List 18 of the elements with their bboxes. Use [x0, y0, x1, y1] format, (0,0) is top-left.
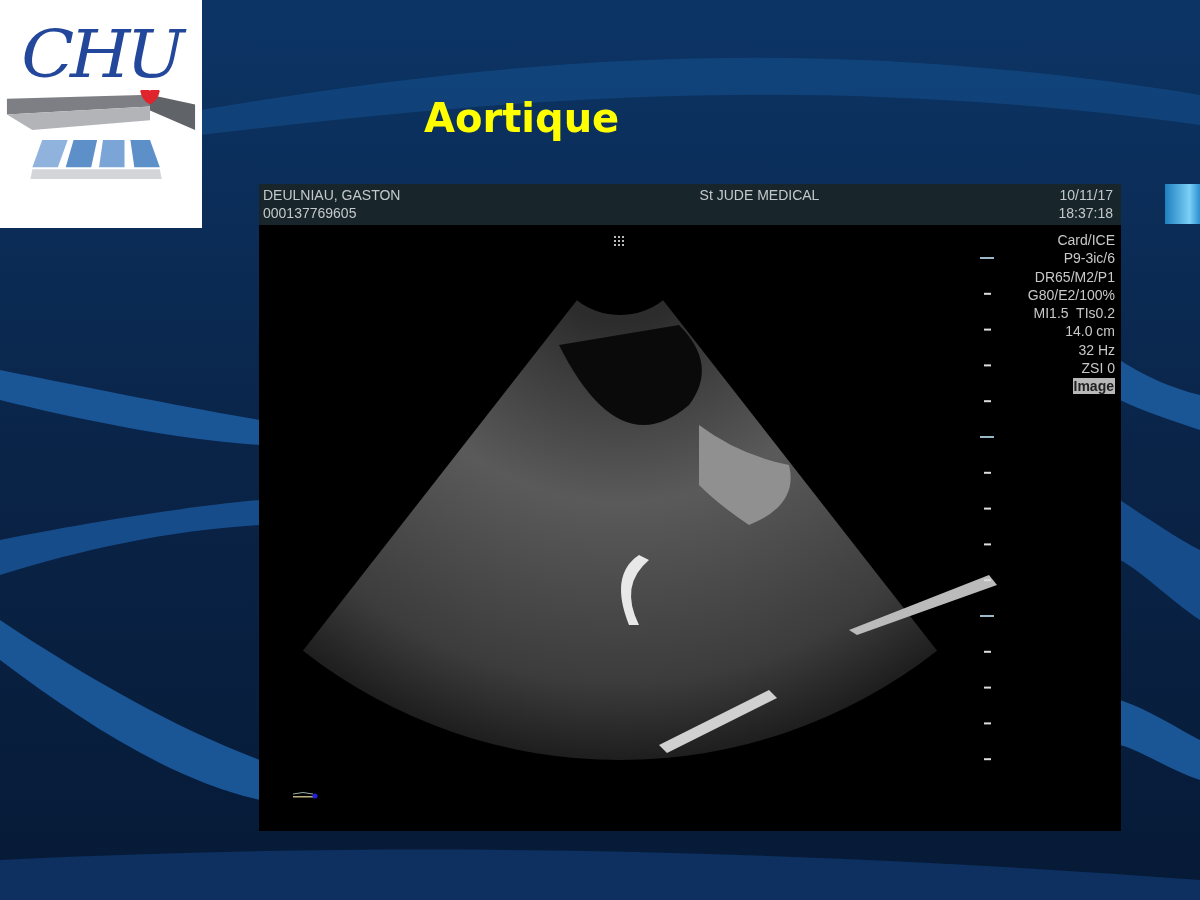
exam-time: 18:37:18 [1058, 204, 1113, 222]
probe-marker-icon [292, 791, 318, 799]
patient-id: 000137769605 [263, 204, 358, 222]
mode-label: Image [1072, 378, 1115, 395]
patient-name: DEULNIAU, GASTON [263, 186, 401, 204]
scan-parameter: G80/E2/100% [1027, 285, 1115, 305]
scan-parameter: 32 Hz [1078, 340, 1115, 360]
slide-title: Aortique [424, 94, 620, 142]
scan-parameter: DR65/M2/P1 [1034, 267, 1115, 286]
scan-parameter: MI1.5 TIs0.2 [1033, 304, 1115, 323]
accent-square [1165, 184, 1200, 224]
exam-date: 10/11/17 [1059, 186, 1113, 204]
scan-parameter: 14.0 cm [1065, 322, 1115, 341]
dot-grid-icon [613, 235, 625, 247]
institution-name: St JUDE MEDICAL [699, 186, 820, 204]
scan-parameter: Card/ICE [1057, 231, 1115, 250]
scan-parameter: ZSI 0 [1081, 359, 1115, 378]
scan-parameter: P9-3ic/6 [1063, 249, 1115, 268]
